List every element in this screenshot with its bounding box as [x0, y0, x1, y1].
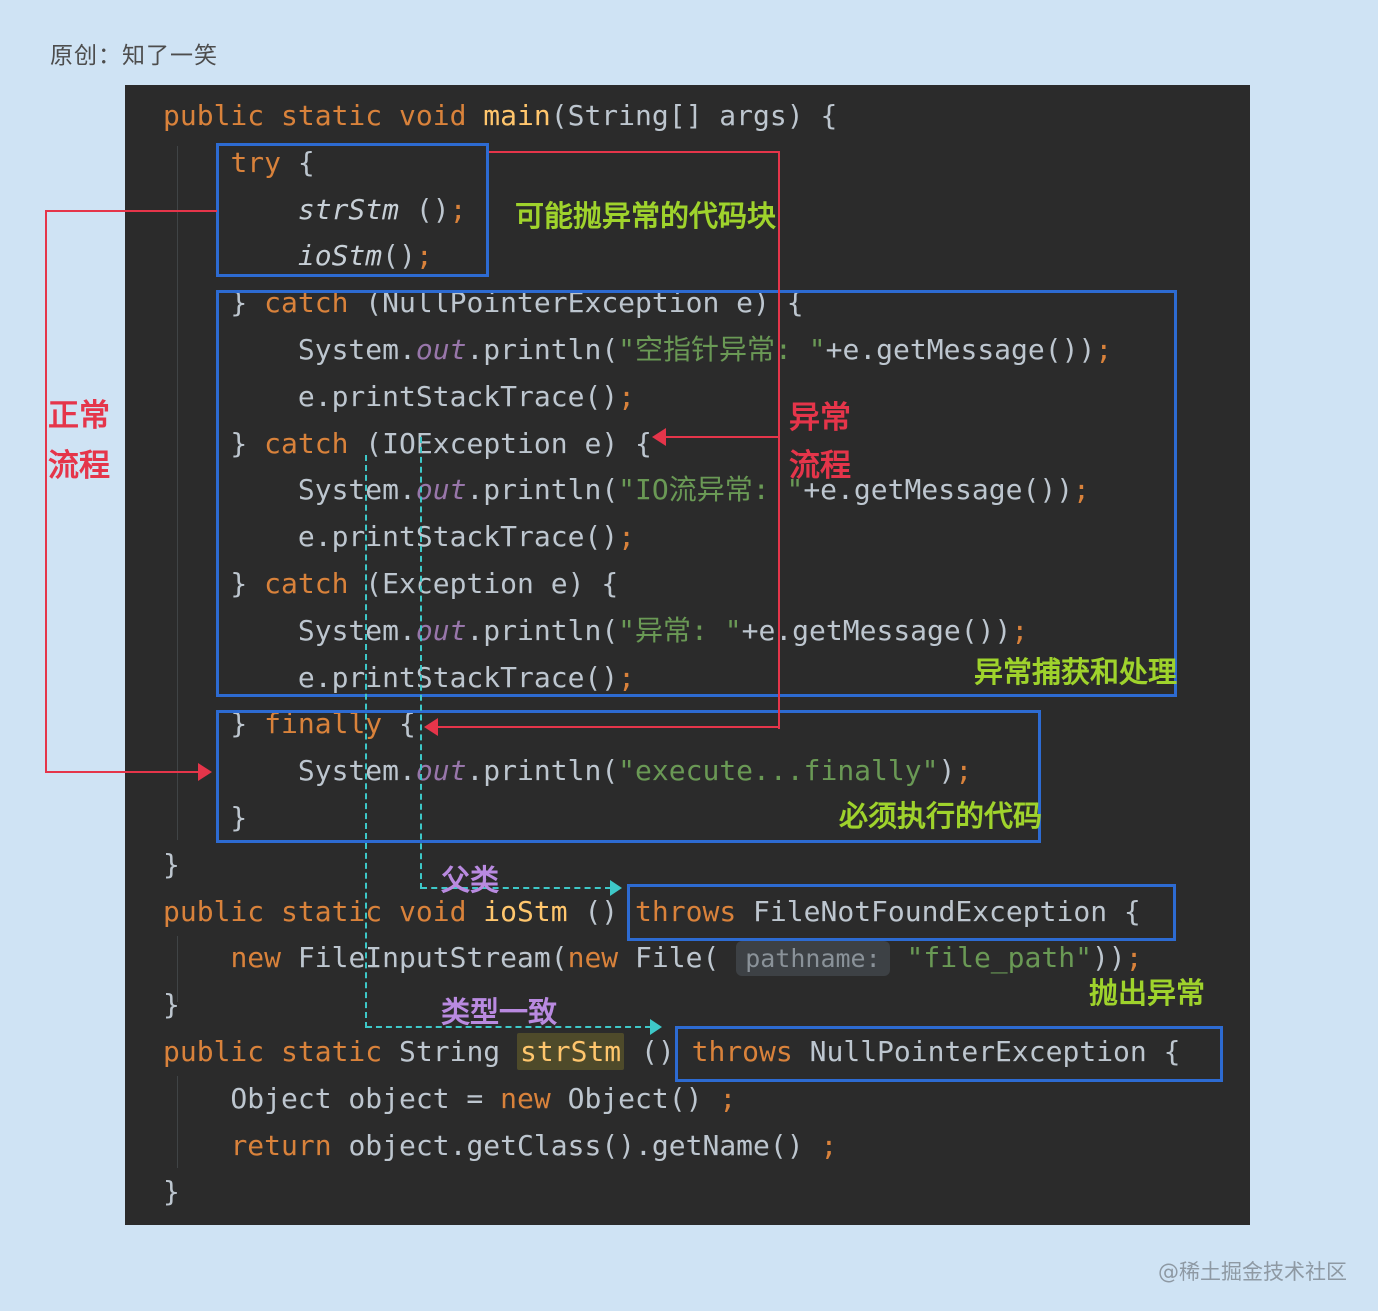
code-token: object.getClass().getName()	[331, 1128, 821, 1162]
code-line: return object.getClass().getName() ;	[163, 1123, 1250, 1170]
code-token: ()	[567, 894, 636, 928]
code-token: String	[382, 1034, 518, 1068]
normal-flow-arrow-icon	[198, 763, 212, 781]
parent-class-dashed-line	[420, 437, 422, 889]
code-token: return	[230, 1128, 332, 1162]
code-line: }	[163, 1169, 1250, 1216]
exception-flow-arrow-icon	[424, 718, 438, 736]
exception-flow-arrow-icon	[652, 428, 666, 446]
origin-byline: 原创：知了一笑	[50, 43, 218, 69]
normal-flow-line	[45, 771, 200, 773]
catch-blocks-box	[216, 290, 1177, 697]
code-token: new	[500, 1081, 551, 1115]
code-token: ;	[820, 1128, 838, 1162]
exception-flow-label-line1: 异常	[789, 400, 851, 436]
catch-blocks-label: 异常捕获和处理	[974, 655, 1178, 689]
indent-guide	[177, 936, 178, 1002]
exception-flow-line	[489, 151, 780, 153]
exception-flow-line	[778, 151, 780, 729]
code-token: public static	[163, 1034, 383, 1068]
code-token: Object object =	[163, 1081, 501, 1115]
code-token: ioStm	[483, 894, 568, 928]
code-token: }	[163, 847, 180, 881]
code-line: }	[163, 842, 1250, 889]
code-line: }	[163, 982, 1250, 1029]
iostm-throws-box	[627, 884, 1176, 941]
normal-flow-line	[45, 210, 47, 773]
type-match-arrow-icon	[650, 1019, 662, 1035]
code-token: public static void	[163, 894, 484, 928]
code-token: FileInputStream(	[281, 941, 568, 975]
indent-guide	[177, 1076, 178, 1168]
code-token: Object()	[550, 1081, 720, 1115]
normal-flow-label-line1: 正常	[48, 398, 110, 434]
normal-flow-line	[45, 210, 217, 212]
annotated-code-figure: 原创：知了一笑 public static void main(String[]…	[0, 0, 1378, 1311]
try-block-label: 可能抛异常的代码块	[515, 199, 777, 233]
code-token: main	[483, 99, 551, 132]
indent-guide	[177, 146, 178, 840]
exception-flow-line	[664, 436, 780, 438]
code-token: (String[] args) {	[550, 99, 838, 132]
code-token: "file_path"	[906, 941, 1092, 975]
exception-flow-line	[437, 726, 780, 728]
type-match-label: 类型一致	[441, 995, 558, 1029]
code-token: File(	[618, 941, 737, 975]
code-line: public static void main(String[] args) {	[163, 93, 1250, 140]
code-token: }	[163, 1175, 180, 1209]
strstm-throws-box	[675, 1026, 1223, 1082]
code-token: pathname:	[736, 941, 890, 977]
code-token: new	[230, 941, 282, 975]
throw-exception-label: 抛出异常	[1089, 976, 1206, 1010]
community-credit: @稀土掘金技术社区	[1158, 1260, 1347, 1284]
parent-class-arrow-icon	[610, 880, 622, 896]
try-block-box	[216, 143, 489, 277]
normal-flow-label-line2: 流程	[48, 448, 110, 484]
code-line: new FileInputStream(new File( pathname: …	[163, 935, 1250, 982]
parent-class-label: 父类	[441, 863, 500, 897]
exception-flow-label-line2: 流程	[789, 448, 851, 484]
type-match-dashed-line	[365, 455, 367, 1028]
code-line: Object object = new Object() ;	[163, 1076, 1250, 1123]
code-token: new	[567, 941, 619, 975]
code-token: strStm	[517, 1032, 625, 1070]
code-token: public static void	[163, 99, 484, 132]
finally-block-label: 必须执行的代码	[839, 799, 1043, 833]
code-token: ;	[719, 1081, 737, 1115]
